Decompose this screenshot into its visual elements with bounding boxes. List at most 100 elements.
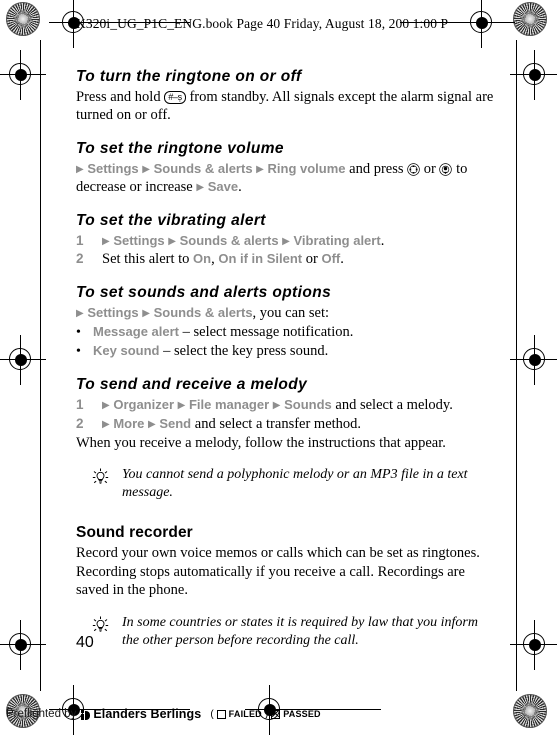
step-number: 1 (76, 396, 84, 412)
page-content: To turn the ringtone on or off Press and… (76, 68, 496, 650)
menu-path-settings: Settings (113, 232, 165, 248)
menu-arrow-icon: ▶ (196, 182, 205, 194)
section-heading-sounds-alerts-options: To set sounds and alerts options (76, 284, 332, 302)
note-melody: You cannot send a polyphonic melody or a… (92, 466, 496, 502)
paragraph-ringtone-volume: ▶ Settings ▶ Sounds & alerts ▶ Ring volu… (76, 160, 496, 197)
starburst-target-top-right (513, 2, 547, 36)
registration-mark-left-lower (0, 620, 46, 670)
nav-key-up-icon (407, 163, 420, 176)
page-number: 40 (76, 634, 94, 651)
menu-arrow-icon: ▶ (102, 418, 110, 430)
registration-mark-right-upper (510, 50, 557, 100)
nav-key-down-icon (439, 163, 453, 176)
menu-arrow-icon: ▶ (282, 235, 290, 247)
starburst-target-top-left (6, 2, 40, 36)
section-heading-send-receive-melody: To send and receive a melody (76, 376, 308, 394)
registration-mark-right-middle (510, 335, 557, 385)
paragraph-sound-recorder: Record your own voice memos or calls whi… (76, 545, 480, 599)
text-before-key: Press and hold (76, 88, 165, 105)
list-item: • Message alert – select message notific… (76, 323, 496, 342)
list-item-text: Key sound – select the key press sound. (93, 342, 328, 361)
trim-line-left (40, 40, 41, 691)
menu-arrow-icon: ▶ (142, 163, 150, 175)
bullet-icon: • (76, 343, 81, 359)
menu-path-save: Save (207, 179, 239, 195)
failed-label: FAILED (228, 709, 262, 719)
menu-arrow-icon: ▶ (76, 163, 84, 175)
failed-checkbox[interactable] (216, 709, 226, 719)
menu-arrow-icon: ▶ (142, 308, 150, 320)
menu-arrow-icon: ▶ (102, 235, 110, 247)
section-heading-vibrating-alert: To set the vibrating alert (76, 211, 266, 229)
paragraph-ringtone-on-off: Press and hold #–ș from standby. All sig… (76, 88, 496, 125)
step-number: 1 (76, 232, 84, 248)
term-description: – select the key press sound. (159, 342, 329, 359)
option-on-if-in-silent: On if in Silent (218, 251, 303, 267)
starburst-target-bottom-right (513, 694, 547, 728)
step-number: 2 (76, 415, 84, 431)
menu-path-sounds-alerts: Sounds & alerts (179, 232, 279, 248)
step-item: 2 ▶ More ▶ Send and select a transfer me… (76, 415, 496, 434)
elanders-logo-icon (81, 708, 91, 720)
section-heading-ringtone-on-off: To turn the ringtone on or off (76, 68, 302, 85)
menu-path-ring-volume: Ring volume (267, 160, 346, 176)
preflight-label: Preflighted by (6, 708, 77, 720)
step-tail: and select a transfer method. (191, 415, 362, 432)
paragraph-melody-closing: When you receive a melody, follow the in… (76, 434, 446, 451)
menu-arrow-icon: ▶ (76, 308, 84, 320)
menu-arrow-icon: ▶ (177, 399, 186, 411)
lightbulb-icon (92, 466, 122, 493)
section-heading-sound-recorder: Sound recorder (76, 524, 193, 542)
menu-arrow-icon: ▶ (168, 235, 176, 247)
step-item: 1 ▶ Settings ▶ Sounds & alerts ▶ Vibrati… (76, 232, 496, 251)
registration-mark-left-middle (0, 335, 46, 385)
menu-path-sounds-alerts: Sounds & alerts (153, 305, 253, 321)
menu-path-file-manager: File manager (188, 396, 270, 412)
separator: or (302, 251, 322, 268)
lightbulb-icon (92, 614, 122, 641)
running-header: K320i_UG_P1C_ENG.book Page 40 Friday, Au… (76, 16, 449, 31)
text-you-can-set: , you can set: (252, 305, 330, 322)
paren-open: ( (210, 708, 214, 720)
menu-path-settings: Settings (87, 160, 139, 176)
note-recording-law: In some countries or states it is requir… (92, 614, 496, 650)
menu-path-settings: Settings (87, 305, 139, 321)
step-tail: and select a melody. (331, 396, 453, 413)
step-lead: Set this alert to (102, 251, 194, 268)
term-message-alert: Message alert (93, 323, 179, 339)
text-and-press: and press (345, 160, 408, 177)
step-item: 1 ▶ Organizer ▶ File manager ▶ Sounds an… (76, 396, 496, 415)
menu-path-send: Send (159, 415, 192, 431)
trim-line-right (516, 40, 517, 691)
paragraph-sounds-alerts-intro: ▶ Settings ▶ Sounds & alerts, you can se… (76, 304, 496, 323)
passed-label: PASSED (283, 709, 321, 719)
note-text: In some countries or states it is requir… (122, 614, 478, 649)
menu-arrow-icon: ▶ (102, 399, 110, 411)
passed-checkbox[interactable] (271, 709, 281, 719)
preflight-footer: Preflighted by Elanders Berlings ( FAILE… (6, 707, 321, 721)
menu-arrow-icon: ▶ (272, 399, 281, 411)
menu-path-more: More (113, 415, 145, 431)
registration-mark-top-center-right (457, 0, 507, 48)
menu-path-sounds-alerts: Sounds & alerts (153, 160, 253, 176)
option-on: On (193, 251, 212, 267)
menu-path-sounds: Sounds (284, 396, 332, 412)
step-tail: . (380, 232, 385, 249)
step-item: 2 Set this alert to On, On if in Silent … (76, 250, 496, 269)
menu-arrow-icon: ▶ (148, 418, 156, 430)
paren-close: ) (264, 708, 269, 720)
term-key-sound: Key sound (93, 342, 160, 358)
hash-silent-key-icon: #–ș (164, 90, 186, 104)
text-period: . (238, 179, 242, 196)
option-off: Off (321, 251, 341, 267)
list-item-text: Message alert – select message notificat… (93, 323, 353, 342)
step-text: ▶ Settings ▶ Sounds & alerts ▶ Vibrating… (102, 232, 496, 251)
section-heading-ringtone-volume: To set the ringtone volume (76, 139, 284, 157)
step-text: Set this alert to On, On if in Silent or… (102, 250, 496, 269)
bullet-icon: • (76, 324, 81, 340)
step-text: ▶ More ▶ Send and select a transfer meth… (102, 415, 496, 434)
menu-path-vibrating-alert: Vibrating alert (293, 232, 381, 248)
note-text: You cannot send a polyphonic melody or a… (122, 467, 468, 501)
preflight-company: Elanders Berlings (93, 707, 202, 721)
step-number: 2 (76, 251, 84, 267)
